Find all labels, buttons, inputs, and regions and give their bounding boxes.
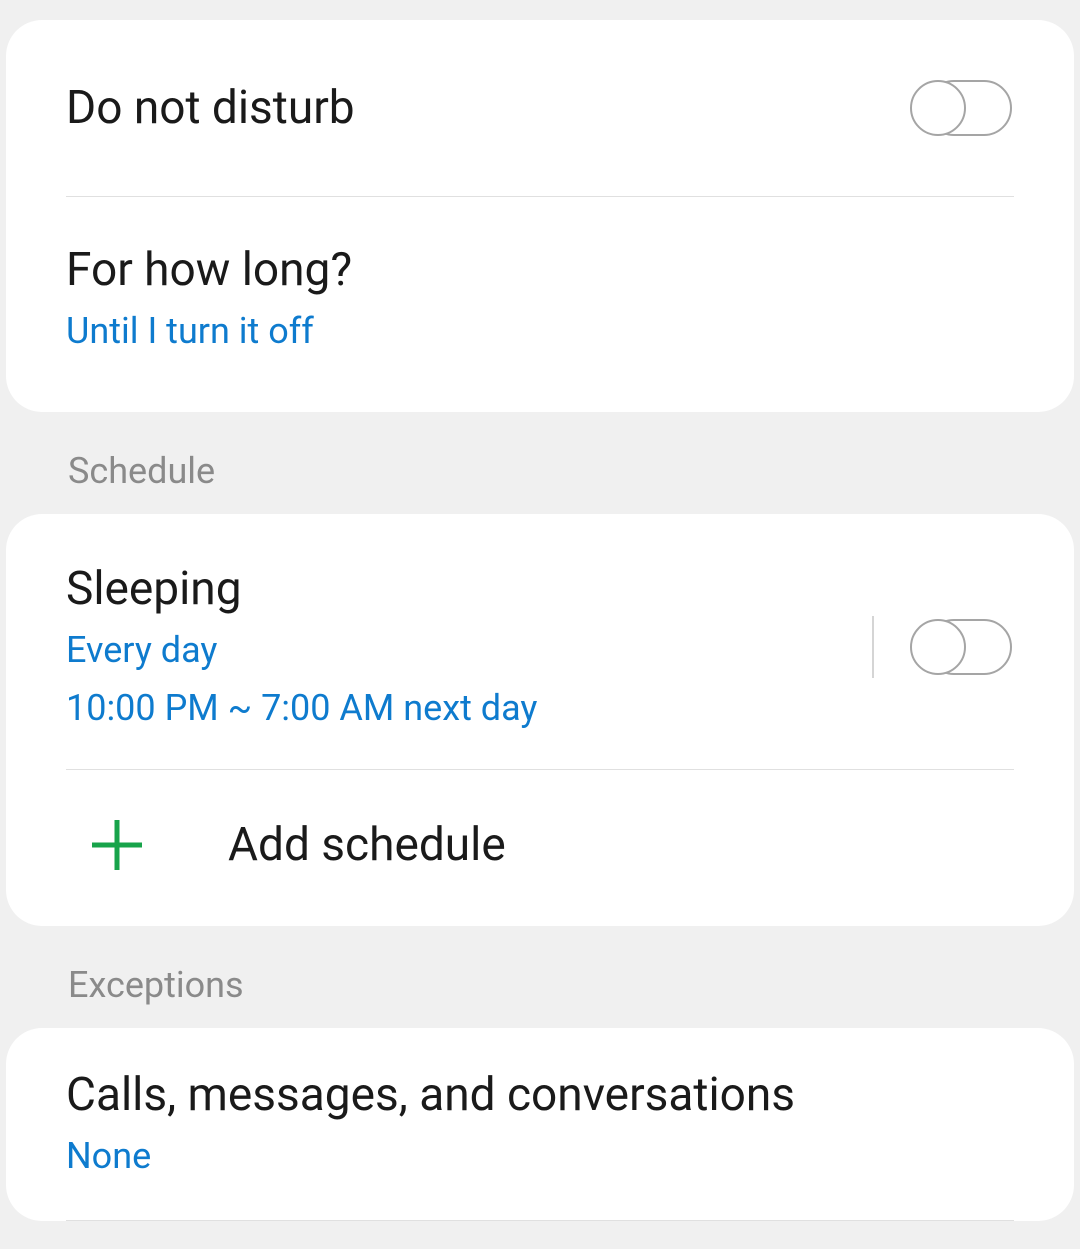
- schedule-item-days: Every day: [66, 626, 872, 675]
- exceptions-item-value: None: [66, 1132, 151, 1181]
- add-schedule-row[interactable]: Add schedule: [6, 770, 1074, 926]
- divider: [66, 1220, 1014, 1221]
- plus-icon: [92, 820, 142, 870]
- exceptions-card: Calls, messages, and conversations None: [6, 1028, 1074, 1222]
- dnd-title: Do not disturb: [66, 81, 355, 135]
- exceptions-item-title: Calls, messages, and conversations: [66, 1068, 795, 1122]
- schedule-item-toggle[interactable]: [910, 619, 1014, 675]
- exceptions-item-calls[interactable]: Calls, messages, and conversations None: [6, 1028, 1074, 1221]
- schedule-item-time: 10:00 PM ~ 7:00 AM next day: [66, 684, 872, 733]
- schedule-item-sleeping[interactable]: Sleeping Every day 10:00 PM ~ 7:00 AM ne…: [6, 514, 1074, 769]
- dnd-row[interactable]: Do not disturb: [6, 20, 1074, 196]
- schedule-header: Schedule: [0, 412, 1080, 514]
- dnd-toggle[interactable]: [910, 80, 1014, 136]
- how-long-title: For how long?: [66, 243, 352, 297]
- how-long-row[interactable]: For how long? Until I turn it off: [6, 197, 1074, 412]
- exceptions-header: Exceptions: [0, 926, 1080, 1028]
- dnd-card: Do not disturb For how long? Until I tur…: [6, 20, 1074, 412]
- schedule-card: Sleeping Every day 10:00 PM ~ 7:00 AM ne…: [6, 514, 1074, 926]
- vertical-divider: [872, 616, 874, 678]
- how-long-value: Until I turn it off: [66, 307, 314, 356]
- schedule-item-title: Sleeping: [66, 562, 872, 616]
- add-schedule-label: Add schedule: [228, 818, 506, 872]
